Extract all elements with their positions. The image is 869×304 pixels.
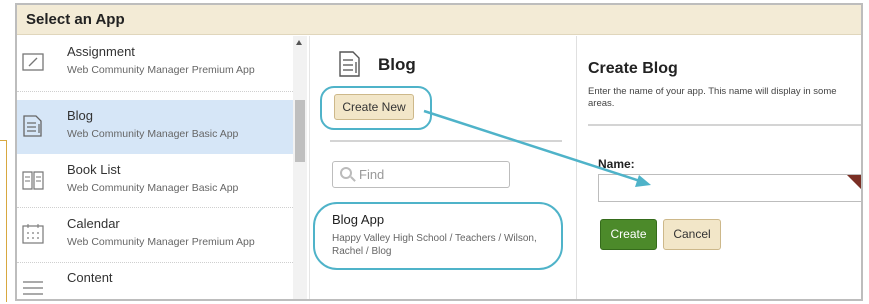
name-field[interactable] [598, 174, 861, 202]
blog-document-icon [339, 51, 360, 77]
scroll-up-arrow-icon[interactable] [296, 40, 302, 45]
app-subtitle: Web Community Manager Basic App [67, 182, 239, 194]
app-item-content[interactable]: Content [17, 262, 293, 299]
name-label: Name: [598, 157, 635, 171]
panel-heading: Create Blog [588, 60, 678, 77]
assignment-pencil-icon [22, 53, 44, 71]
dialog-titlebar: Select an App [17, 5, 861, 35]
app-item-assignment[interactable]: Assignment Web Community Manager Premium… [17, 36, 293, 90]
list-divider [17, 91, 293, 92]
result-title[interactable]: Blog App [332, 212, 384, 227]
find-input[interactable]: Find [332, 161, 510, 188]
left-edge-accent [0, 140, 7, 302]
required-corner-marker [847, 175, 861, 191]
app-name: Book List [67, 162, 121, 177]
calendar-icon [22, 224, 44, 244]
book-icon [22, 171, 44, 190]
create-blog-panel: Create Blog Enter the name of your app. … [578, 36, 861, 299]
app-subtitle: Web Community Manager Premium App [67, 64, 255, 76]
scroll-thumb[interactable] [295, 100, 305, 162]
app-item-calendar[interactable]: Calendar Web Community Manager Premium A… [17, 208, 293, 262]
app-name: Blog [67, 108, 94, 123]
result-path: Happy Valley High School / Teachers / Wi… [332, 233, 537, 257]
cancel-button[interactable]: Cancel [663, 219, 721, 250]
app-subtitle: Web Community Manager Basic App [67, 128, 239, 140]
app-name: Content [67, 270, 113, 285]
dialog-title: Select an App [26, 11, 125, 28]
blog-document-icon [23, 115, 42, 137]
app-item-blog[interactable]: Blog Web Community Manager Basic App [17, 100, 293, 154]
app-name: Calendar [67, 216, 120, 231]
app-subtitle: Web Community Manager Premium App [67, 236, 255, 248]
panel-divider [330, 140, 562, 142]
panel-heading: Blog [378, 55, 416, 74]
app-list-scrollbar[interactable] [293, 36, 307, 299]
panel-divider [588, 124, 861, 126]
create-button[interactable]: Create [600, 219, 657, 250]
find-placeholder: Find [359, 167, 385, 182]
app-name: Assignment [67, 44, 135, 59]
blog-panel: Blog Create New Find Blog App Happy Vall… [309, 36, 577, 299]
app-item-book-list[interactable]: Book List Web Community Manager Basic Ap… [17, 154, 293, 208]
create-new-button[interactable]: Create New [334, 94, 414, 120]
panel-description: Enter the name of your app. This name wi… [588, 86, 837, 109]
content-lines-icon [23, 281, 43, 295]
app-list: Assignment Web Community Manager Premium… [17, 36, 307, 299]
select-app-dialog: Select an App Assignment Web Community M… [15, 3, 863, 301]
